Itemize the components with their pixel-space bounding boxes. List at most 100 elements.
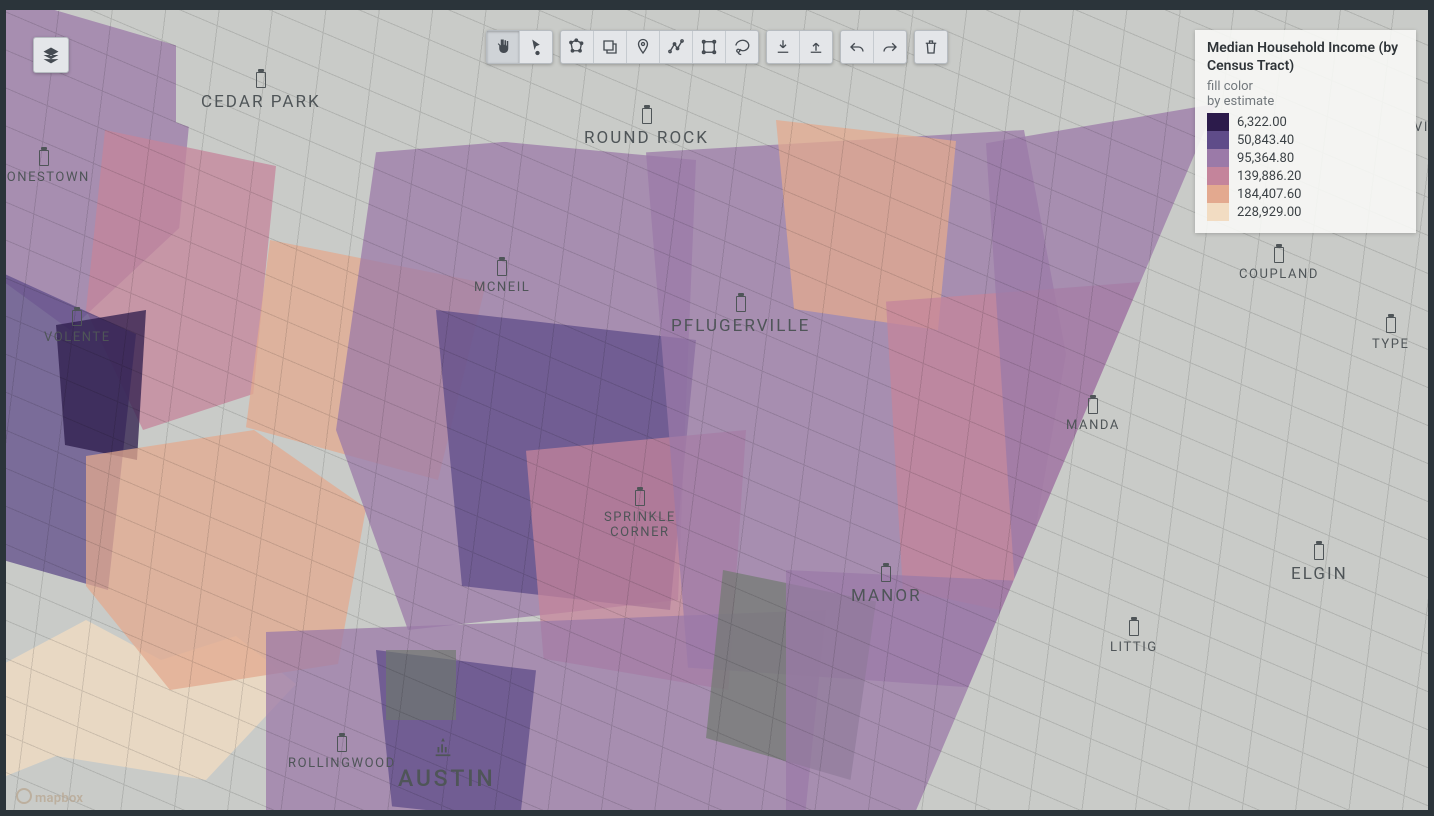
legend-swatch xyxy=(1207,113,1229,131)
pan-hand-icon xyxy=(494,38,512,56)
legend-value: 184,407.60 xyxy=(1237,187,1301,202)
city-label: MANDA xyxy=(1066,398,1120,433)
city-marker-icon xyxy=(1386,317,1396,333)
polygon-draw-icon xyxy=(568,38,586,56)
layers-button[interactable] xyxy=(33,37,69,73)
bounding-box-icon xyxy=(700,38,718,56)
city-name: SPRINKLECORNER xyxy=(604,510,676,540)
city-marker-austin xyxy=(432,736,454,758)
city-label: AUSTIN xyxy=(398,765,495,792)
rectangle-crop-icon xyxy=(601,38,619,56)
legend-stop: 50,843.40 xyxy=(1207,131,1404,149)
legend-value: 50,843.40 xyxy=(1237,133,1294,148)
legend-by: by estimate xyxy=(1207,94,1404,109)
city-label: ELGIN xyxy=(1291,544,1348,584)
legend-by-field: estimate xyxy=(1224,94,1275,109)
pointer-select-button[interactable] xyxy=(519,31,552,63)
toolbar-group xyxy=(766,30,833,64)
legend-stop: 139,886.20 xyxy=(1207,167,1404,185)
legend-stop: 184,407.60 xyxy=(1207,185,1404,203)
legend-value: 139,886.20 xyxy=(1237,169,1301,184)
upload-button[interactable] xyxy=(799,31,832,63)
city-label: TYPE xyxy=(1372,317,1410,352)
map-toolbar xyxy=(486,30,948,64)
city-name: MCNEIL xyxy=(474,280,530,295)
mapbox-credit-text: mapbox xyxy=(35,791,83,806)
city-name: TYPE xyxy=(1372,337,1410,352)
map-viewport[interactable]: JONESTOWN CEDAR PARK ROUND ROCK MCNEIL VOLEN… xyxy=(6,10,1428,810)
city-label: JONESTOWN xyxy=(6,150,90,185)
city-name: VI xyxy=(1414,120,1428,135)
legend-swatch xyxy=(1207,149,1229,167)
city-label: VI xyxy=(1414,120,1428,135)
city-marker-icon xyxy=(1129,620,1139,636)
toolbar-group xyxy=(914,30,948,64)
city-name: COUPLAND xyxy=(1239,267,1319,282)
legend-by-prefix: by xyxy=(1207,94,1224,109)
point-pin-icon xyxy=(634,38,652,56)
city-label: MCNEIL xyxy=(474,260,530,295)
city-name: ELGIN xyxy=(1291,564,1348,584)
pointer-select-icon xyxy=(527,38,545,56)
city-name: VOLENTE xyxy=(44,330,111,345)
city-marker-icon xyxy=(256,72,266,88)
city-label: COUPLAND xyxy=(1239,247,1319,282)
legend-stop: 6,322.00 xyxy=(1207,113,1404,131)
upload-icon xyxy=(807,38,825,56)
city-name: MANDA xyxy=(1066,418,1120,433)
city-label: ROLLINGWOOD xyxy=(288,736,396,771)
city-marker-icon xyxy=(1314,544,1324,560)
legend-stop: 95,364.80 xyxy=(1207,149,1404,167)
city-name: ROLLINGWOOD xyxy=(288,756,396,771)
toolbar-group xyxy=(560,30,759,64)
city-name: MANOR xyxy=(851,586,922,606)
legend-swatch xyxy=(1207,203,1229,221)
lasso-icon xyxy=(733,38,751,56)
legend-stop: 228,929.00 xyxy=(1207,203,1404,221)
legend-value: 228,929.00 xyxy=(1237,205,1301,220)
city-marker-icon xyxy=(337,736,347,752)
rectangle-crop-button[interactable] xyxy=(593,31,626,63)
city-name: JONESTOWN xyxy=(6,170,90,185)
mapbox-credit: mapbox xyxy=(16,788,83,806)
city-marker-icon xyxy=(39,150,49,166)
city-label: CEDAR PARK xyxy=(201,72,321,112)
bounding-box-button[interactable] xyxy=(692,31,725,63)
pan-hand-button[interactable] xyxy=(487,31,519,63)
city-label: ROUND ROCK xyxy=(584,108,709,148)
lasso-button[interactable] xyxy=(725,31,758,63)
city-name: AUSTIN xyxy=(398,765,495,792)
polyline-icon xyxy=(667,38,685,56)
legend-swatch xyxy=(1207,167,1229,185)
legend-color-ramp: 6,322.00 50,843.40 95,364.80 139,886.20 184,… xyxy=(1207,113,1404,221)
legend-swatch xyxy=(1207,131,1229,149)
city-name: PFLUGERVILLE xyxy=(671,316,810,336)
redo-button[interactable] xyxy=(873,31,906,63)
mapbox-logo-icon xyxy=(16,788,32,804)
city-marker-icon xyxy=(497,260,507,276)
city-name: LITTIG xyxy=(1110,640,1158,655)
city-marker-icon xyxy=(635,490,645,506)
city-marker-icon xyxy=(1088,398,1098,414)
redo-icon xyxy=(881,38,899,56)
polygon-draw-button[interactable] xyxy=(561,31,593,63)
legend-value: 6,322.00 xyxy=(1237,115,1287,130)
download-icon xyxy=(774,38,792,56)
city-marker-icon xyxy=(881,566,891,582)
legend-value: 95,364.80 xyxy=(1237,151,1294,166)
point-pin-button[interactable] xyxy=(626,31,659,63)
download-button[interactable] xyxy=(767,31,799,63)
city-label: PFLUGERVILLE xyxy=(671,296,810,336)
city-marker-icon xyxy=(736,296,746,312)
trash-icon xyxy=(922,38,940,56)
city-label: LITTIG xyxy=(1110,620,1158,655)
city-marker-icon xyxy=(72,310,82,326)
trash-button[interactable] xyxy=(915,31,947,63)
layers-icon xyxy=(41,45,61,65)
undo-icon xyxy=(848,38,866,56)
legend-swatch xyxy=(1207,185,1229,203)
undo-button[interactable] xyxy=(841,31,873,63)
polyline-button[interactable] xyxy=(659,31,692,63)
city-marker-icon xyxy=(642,108,652,124)
legend-title: Median Household Income (by Census Tract… xyxy=(1207,40,1404,75)
